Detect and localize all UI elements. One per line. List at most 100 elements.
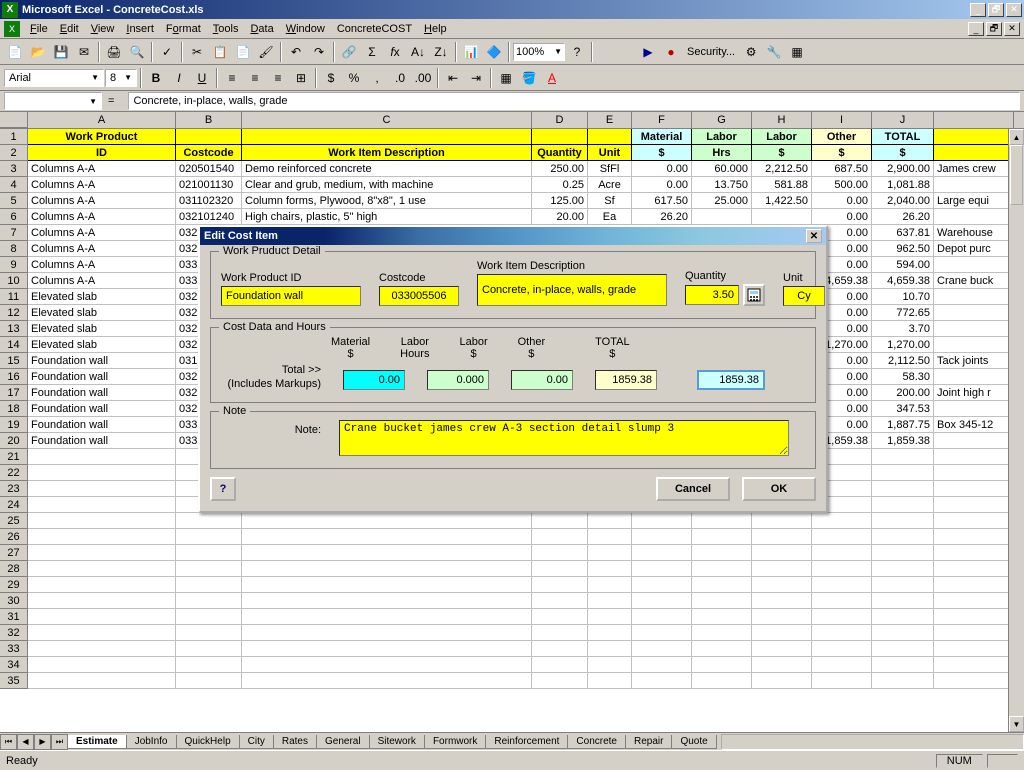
cell[interactable] xyxy=(532,529,588,545)
row-header[interactable]: 32 xyxy=(0,625,28,641)
row-header[interactable]: 29 xyxy=(0,577,28,593)
cell[interactable] xyxy=(872,465,934,481)
cell[interactable] xyxy=(812,673,872,689)
row-header[interactable]: 27 xyxy=(0,545,28,561)
cell[interactable]: Columns A-A xyxy=(28,177,176,193)
currency-icon[interactable]: $ xyxy=(320,67,342,89)
cell[interactable] xyxy=(632,657,692,673)
cell[interactable]: Warehouse xyxy=(934,225,1014,241)
cell[interactable]: 021001130 xyxy=(176,177,242,193)
doc-restore-button[interactable]: 🗗 xyxy=(986,22,1002,36)
sheet-tab[interactable]: Estimate xyxy=(67,735,127,749)
description-field[interactable] xyxy=(477,274,667,306)
cell[interactable] xyxy=(934,177,1014,193)
col-header[interactable]: D xyxy=(532,112,588,128)
unit-field[interactable] xyxy=(783,286,825,306)
cell[interactable] xyxy=(934,657,1014,673)
cell[interactable] xyxy=(28,513,176,529)
cell[interactable]: TOTAL xyxy=(872,129,934,145)
cell[interactable]: Hrs xyxy=(692,145,752,161)
cell[interactable]: 0.25 xyxy=(532,177,588,193)
cell[interactable] xyxy=(872,561,934,577)
cell[interactable] xyxy=(176,577,242,593)
menu-concretecost[interactable]: ConcreteCOST xyxy=(331,21,418,37)
cell[interactable] xyxy=(28,465,176,481)
cell[interactable] xyxy=(872,545,934,561)
row-header[interactable]: 33 xyxy=(0,641,28,657)
row-header[interactable]: 16 xyxy=(0,369,28,385)
cell[interactable] xyxy=(812,657,872,673)
menu-format[interactable]: Format xyxy=(160,21,207,37)
cell[interactable] xyxy=(934,481,1014,497)
cell[interactable]: Columns A-A xyxy=(28,225,176,241)
cell[interactable] xyxy=(934,577,1014,593)
cell[interactable]: 2,212.50 xyxy=(752,161,812,177)
macro-record-icon[interactable]: ● xyxy=(660,41,682,63)
cell[interactable] xyxy=(176,593,242,609)
row-header[interactable]: 25 xyxy=(0,513,28,529)
cell[interactable] xyxy=(28,529,176,545)
cell[interactable]: Elevated slab xyxy=(28,305,176,321)
cell[interactable] xyxy=(752,561,812,577)
scroll-up-icon[interactable]: ▲ xyxy=(1009,129,1024,145)
cell[interactable] xyxy=(812,593,872,609)
cell[interactable] xyxy=(692,609,752,625)
minimize-button[interactable]: _ xyxy=(970,3,986,17)
cell[interactable] xyxy=(752,609,812,625)
cell[interactable] xyxy=(934,625,1014,641)
cell[interactable] xyxy=(176,545,242,561)
cell[interactable]: Costcode xyxy=(176,145,242,161)
cell[interactable]: 687.50 xyxy=(812,161,872,177)
cell[interactable]: Columns A-A xyxy=(28,257,176,273)
cell[interactable] xyxy=(28,673,176,689)
cell[interactable] xyxy=(872,529,934,545)
cell[interactable]: Elevated slab xyxy=(28,321,176,337)
cell[interactable]: Work Item Description xyxy=(242,145,532,161)
scroll-thumb[interactable] xyxy=(1010,145,1023,205)
cell[interactable] xyxy=(588,545,632,561)
cell[interactable] xyxy=(872,625,934,641)
cell[interactable]: Clear and grub, medium, with machine xyxy=(242,177,532,193)
cell[interactable]: Columns A-A xyxy=(28,193,176,209)
cell[interactable]: Depot purc xyxy=(934,241,1014,257)
cell[interactable]: 60.000 xyxy=(692,161,752,177)
cell[interactable] xyxy=(28,593,176,609)
cell[interactable] xyxy=(28,657,176,673)
cell[interactable] xyxy=(242,577,532,593)
cell[interactable]: 637.81 xyxy=(872,225,934,241)
align-left-icon[interactable]: ≡ xyxy=(221,67,243,89)
open-icon[interactable]: 📂 xyxy=(27,41,49,63)
cell[interactable] xyxy=(532,129,588,145)
dialog-close-button[interactable]: ✕ xyxy=(806,229,822,243)
cell[interactable]: Foundation wall xyxy=(28,385,176,401)
bold-icon[interactable]: B xyxy=(145,67,167,89)
col-header[interactable]: I xyxy=(812,112,872,128)
select-all-corner[interactable] xyxy=(0,112,28,128)
cell[interactable] xyxy=(934,609,1014,625)
cell[interactable]: Foundation wall xyxy=(28,353,176,369)
cell[interactable]: 4,659.38 xyxy=(872,273,934,289)
cell[interactable] xyxy=(692,561,752,577)
sheet-tab[interactable]: City xyxy=(239,735,274,749)
cell[interactable]: 617.50 xyxy=(632,193,692,209)
redo-icon[interactable]: ↷ xyxy=(308,41,330,63)
font-size-combo[interactable]: 8▼ xyxy=(105,69,137,87)
cell[interactable]: Work Product xyxy=(28,129,176,145)
cell[interactable] xyxy=(752,641,812,657)
cell[interactable]: 0.00 xyxy=(812,209,872,225)
col-header[interactable]: A xyxy=(28,112,176,128)
row-header[interactable]: 18 xyxy=(0,401,28,417)
cell[interactable] xyxy=(752,625,812,641)
cell[interactable]: 020501540 xyxy=(176,161,242,177)
cell[interactable]: Columns A-A xyxy=(28,273,176,289)
sheet-tab[interactable]: Concrete xyxy=(567,735,626,749)
cell[interactable] xyxy=(872,673,934,689)
cell[interactable]: 347.53 xyxy=(872,401,934,417)
cell[interactable] xyxy=(532,577,588,593)
cell[interactable]: James crew xyxy=(934,161,1014,177)
cell[interactable]: Quantity xyxy=(532,145,588,161)
cell[interactable] xyxy=(692,641,752,657)
design-icon[interactable]: 🔧 xyxy=(763,41,785,63)
costcode-field[interactable] xyxy=(379,286,459,306)
cell[interactable]: 031102320 xyxy=(176,193,242,209)
